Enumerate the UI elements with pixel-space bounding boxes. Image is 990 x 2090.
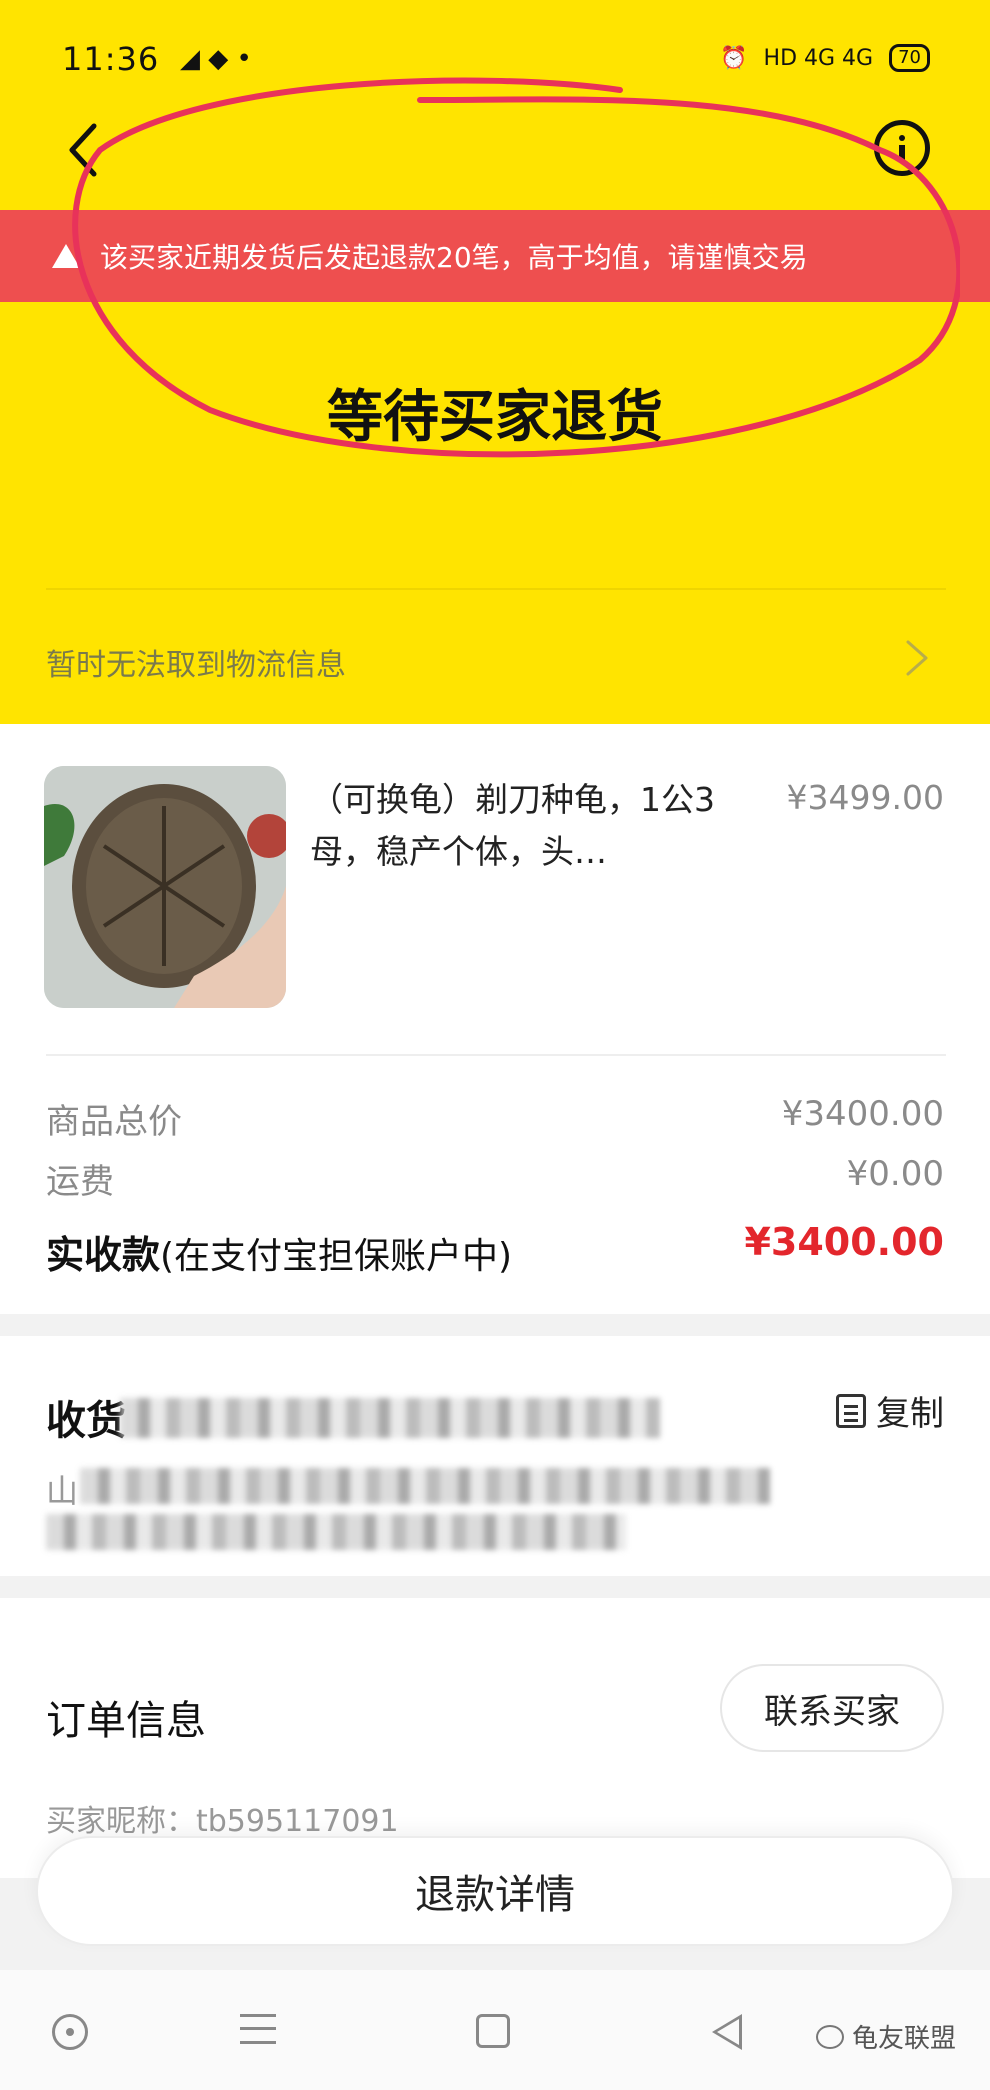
- logistics-info[interactable]: 暂时无法取到物流信息: [46, 640, 346, 684]
- divider: [46, 1054, 946, 1056]
- wechat-icon: [815, 2024, 844, 2049]
- redacted-address-line: [46, 1514, 626, 1550]
- goods-total-label: 商品总价: [46, 1102, 182, 1142]
- notification-icons: ◢ ◆ •: [180, 44, 252, 74]
- copy-label: 复制: [876, 1394, 944, 1434]
- back-icon[interactable]: [712, 2014, 742, 2050]
- status-time: 11:36: [62, 40, 160, 78]
- copy-address-button[interactable]: 复制: [836, 1386, 944, 1435]
- home-icon[interactable]: [476, 2014, 510, 2048]
- refund-details-button[interactable]: 退款详情: [36, 1836, 954, 1946]
- order-info-title: 订单信息: [46, 1698, 206, 1744]
- received-note: (在支付宝担保账户中): [160, 1236, 513, 1277]
- copy-icon: [836, 1393, 866, 1428]
- received-amount-value: ¥3400.00: [744, 1220, 944, 1264]
- received-label: 实收款: [46, 1233, 161, 1277]
- warning-text: 该买家近期发货后发起退款20笔，高于均值，请谨慎交易: [100, 241, 808, 274]
- watermark-text: 龟友联盟: [851, 2024, 956, 2054]
- watermark: 龟友联盟: [815, 2018, 956, 2055]
- product-image[interactable]: [44, 766, 286, 1008]
- menu-icon[interactable]: [240, 2014, 276, 2044]
- product-title[interactable]: （可换龟）剃刀种龟，1公3母，稳产个体，头…: [310, 774, 750, 878]
- warning-icon: [52, 244, 80, 268]
- product-card: （可换龟）剃刀种龟，1公3母，稳产个体，头… ¥3499.00 商品总价 ¥34…: [0, 724, 990, 1314]
- assistant-icon[interactable]: [52, 2014, 88, 2050]
- battery-icon: 70: [889, 44, 930, 72]
- network-indicators: HD 4G 4G: [763, 45, 874, 71]
- warning-banner: 该买家近期发货后发起退款20笔，高于均值，请谨慎交易: [0, 210, 990, 302]
- shipping-label: 运费: [46, 1162, 114, 1202]
- received-amount-label: 实收款(在支付宝担保账户中): [46, 1224, 512, 1279]
- divider: [46, 588, 946, 590]
- status-indicators: ⏰ HD 4G 4G 70: [720, 44, 930, 72]
- order-status-title: 等待买家退货: [327, 385, 663, 450]
- redacted-recipient: [120, 1398, 660, 1438]
- address-text: 山: [46, 1472, 79, 1510]
- order-header: 11:36 ◢ ◆ • ⏰ HD 4G 4G 70 该买家近期发货后发起退款20…: [0, 0, 990, 724]
- goods-total-value: ¥3400.00: [781, 1094, 944, 1134]
- shipping-address-card: 收货 复制 山: [0, 1336, 990, 1576]
- buyer-nickname: 买家昵称：tb595117091: [46, 1804, 399, 1839]
- contact-buyer-button[interactable]: 联系买家: [720, 1664, 944, 1752]
- redacted-address-line: [80, 1468, 770, 1504]
- shipping-value: ¥0.00: [846, 1154, 944, 1194]
- info-icon[interactable]: [874, 120, 930, 176]
- recipient-name: 收货: [46, 1398, 126, 1444]
- back-arrow-icon[interactable]: [64, 120, 104, 180]
- chevron-right-icon[interactable]: [904, 638, 930, 678]
- product-price: ¥3499.00: [786, 778, 944, 817]
- alarm-icon: ⏰: [720, 45, 748, 71]
